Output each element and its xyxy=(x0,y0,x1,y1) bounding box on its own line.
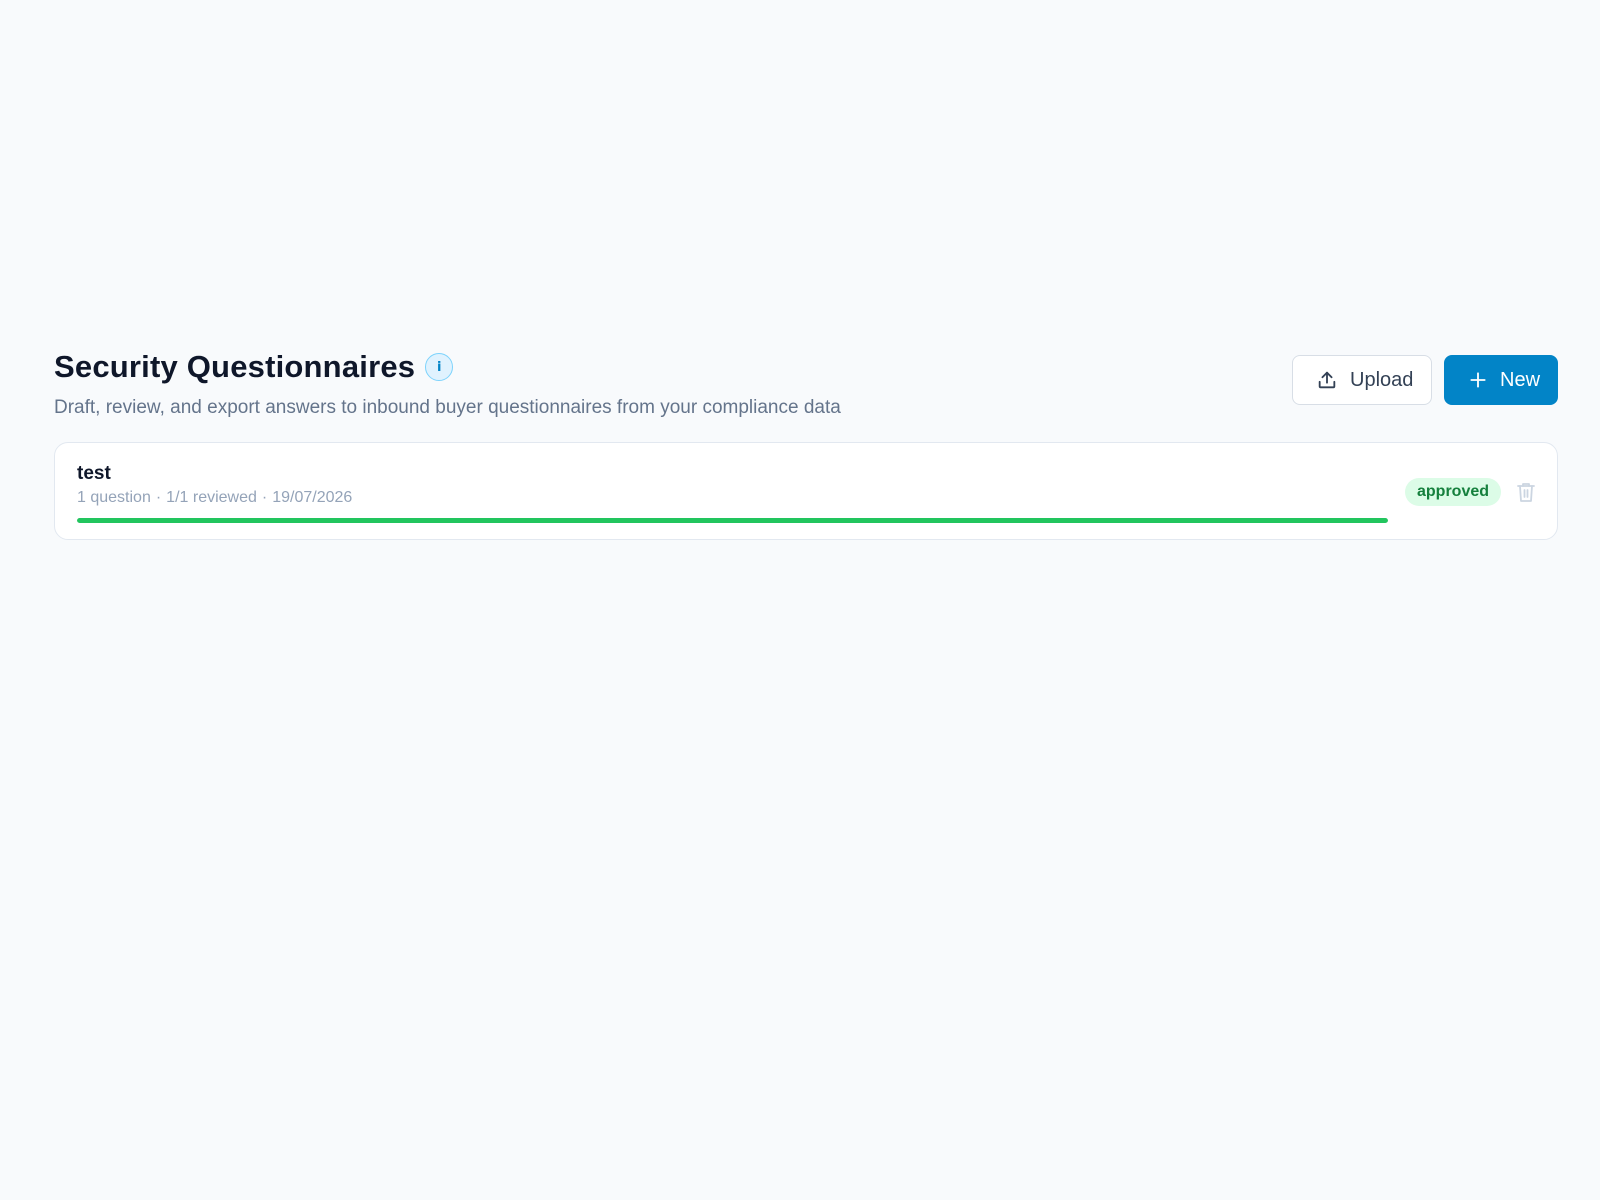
title-row: Security Questionnaires i xyxy=(54,348,841,386)
question-count: 1 question xyxy=(77,489,151,506)
new-button-label: New xyxy=(1500,368,1541,391)
new-button[interactable]: New xyxy=(1444,355,1558,405)
page-subtitle: Draft, review, and export answers to inb… xyxy=(54,397,841,418)
header-actions: Upload New xyxy=(1292,355,1558,405)
trash-icon[interactable] xyxy=(1515,481,1537,503)
status-badge: approved xyxy=(1405,478,1502,506)
questionnaire-card[interactable]: test 1 question · 1/1 reviewed · 19/07/2… xyxy=(54,442,1558,540)
review-progress-fill xyxy=(77,518,1388,523)
upload-button-label: Upload xyxy=(1350,368,1414,391)
questionnaire-name: test xyxy=(77,463,111,484)
page-header: Security Questionnaires i Draft, review,… xyxy=(54,348,1558,420)
reviewed-count: 1/1 reviewed xyxy=(166,489,257,506)
info-icon[interactable]: i xyxy=(425,353,454,381)
questionnaire-date: 19/07/2026 xyxy=(272,489,353,506)
questionnaires-page: Security Questionnaires i Draft, review,… xyxy=(54,348,1558,540)
upload-icon xyxy=(1318,371,1336,389)
plus-icon xyxy=(1470,372,1486,388)
questionnaire-meta: 1 question · 1/1 reviewed · 19/07/2026 xyxy=(77,489,352,507)
review-progress-bar xyxy=(77,518,1388,523)
meta-separator: · xyxy=(261,489,268,506)
page-title: Security Questionnaires xyxy=(54,349,416,384)
upload-button[interactable]: Upload xyxy=(1292,355,1432,405)
header-text: Security Questionnaires i Draft, review,… xyxy=(54,348,841,420)
meta-separator: · xyxy=(155,489,162,506)
